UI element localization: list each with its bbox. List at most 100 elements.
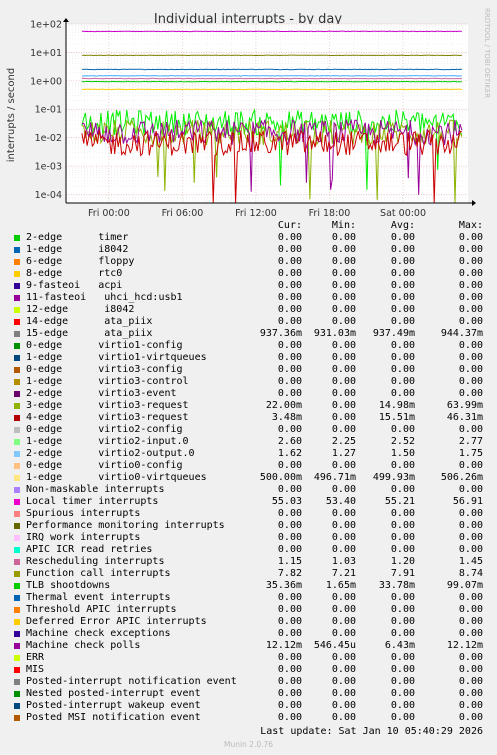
legend-row: Thermal event interrupts 0.00 0.00 0.00 0.00 <box>0 592 497 604</box>
legend-label: 11-fasteoi uhci_hcd:usb1 <box>26 292 183 303</box>
legend-label: Function call interrupts <box>26 568 171 579</box>
legend-min-value: 546.45u <box>313 640 356 651</box>
legend-swatch <box>14 619 20 625</box>
legend-avg-value: 0.00 <box>390 700 415 711</box>
legend-avg-value: 1.50 <box>390 448 415 459</box>
legend-min-value: 0.00 <box>331 484 356 495</box>
legend-avg-value: 0.00 <box>390 364 415 375</box>
legend-row: Function call interrupts 7.82 7.21 7.91 8.74 <box>0 568 497 580</box>
legend-min-value: 931.03m <box>313 328 356 339</box>
legend-min-value: 7.21 <box>331 568 356 579</box>
legend-avg-value: 0.00 <box>390 304 415 315</box>
legend-min-value: 0.00 <box>331 352 356 363</box>
legend-swatch <box>14 415 20 421</box>
legend-swatch <box>14 427 20 433</box>
legend-swatch <box>14 643 20 649</box>
legend-min-value: 0.00 <box>331 292 356 303</box>
legend-avg-value: 0.00 <box>390 376 415 387</box>
legend-label: 2-edge virtio3-event <box>26 388 177 399</box>
legend-label: Spurious interrupts <box>26 508 141 519</box>
legend-avg-value: 0.00 <box>390 340 415 351</box>
legend-cur-value: 7.82 <box>277 568 302 579</box>
legend-swatch <box>14 247 20 253</box>
legend-max-value: 0.00 <box>458 376 483 387</box>
legend-row: Machine check polls 12.12m 546.45u 6.43m 12.… <box>0 640 497 652</box>
legend-min-value: 0.00 <box>331 532 356 543</box>
legend-avg-value: 0.00 <box>390 520 415 531</box>
legend-row: 0-edge virtio2-config 0.00 0.00 0.00 0.00 <box>0 424 497 436</box>
legend-min-value: 496.71m <box>313 472 356 483</box>
legend-row: APIC ICR read retries 0.00 0.00 0.00 0.00 <box>0 544 497 556</box>
legend-min-value: 0.00 <box>331 268 356 279</box>
legend-avg-value: 0.00 <box>390 628 415 639</box>
last-update: Last update: Sat Jan 10 05:40:29 2026 <box>260 726 483 737</box>
legend-label: 1-edge virtio0-virtqueues <box>26 472 207 483</box>
legend-row: 3-edge virtio3-request 22.00m 0.00 14.98m 63… <box>0 400 497 412</box>
legend-min-value: 0.00 <box>331 388 356 399</box>
legend-avg-value: 33.78m <box>378 580 415 591</box>
legend-row: Posted MSI notification event 0.00 0.00 0.0… <box>0 712 497 724</box>
legend-cur-value: 12.12m <box>265 640 302 651</box>
legend-max-value: 0.00 <box>458 712 483 723</box>
legend-swatch <box>14 559 20 565</box>
legend-cur-value: 0.00 <box>277 352 302 363</box>
legend-avg-value: 0.00 <box>390 712 415 723</box>
legend-cur-value: 35.36m <box>265 580 302 591</box>
legend-min-value: 0.00 <box>331 616 356 627</box>
legend-row: 2-edge virtio2-output.0 1.62 1.27 1.50 1.75 <box>0 448 497 460</box>
legend-cur-value: 0.00 <box>277 304 302 315</box>
legend-cur-value: 0.00 <box>277 292 302 303</box>
y-tick-label: 1e-02 <box>35 133 62 144</box>
legend-avg-value: 6.43m <box>384 640 415 651</box>
legend-label: 1-edge virtio3-control <box>26 376 189 387</box>
legend-avg-value: 0.00 <box>390 592 415 603</box>
legend-row: Performance monitoring interrupts 0.00 0.0… <box>0 520 497 532</box>
legend-label: 1-edge virtio2-input.0 <box>26 436 189 447</box>
legend-swatch <box>14 367 20 373</box>
legend-row: 11-fasteoi uhci_hcd:usb1 0.00 0.00 0.00 0.00 <box>0 292 497 304</box>
x-tick-label: Fri 00:00 <box>88 208 130 219</box>
y-tick-label: 1e-04 <box>35 190 62 201</box>
y-tick-label: 1e+00 <box>30 76 62 87</box>
y-tick-label: 1e-03 <box>35 162 62 173</box>
legend-row: Machine check exceptions 0.00 0.00 0.00 0.00 <box>0 628 497 640</box>
side-label: RRDTOOL / TOBI OETIKER <box>483 8 491 98</box>
legend-label: Rescheduling interrupts <box>26 556 165 567</box>
header-max: Max: <box>458 220 483 231</box>
legend-swatch <box>14 499 20 505</box>
legend-avg-value: 0.00 <box>390 460 415 471</box>
legend-cur-value: 0.00 <box>277 256 302 267</box>
legend-min-value: 53.40 <box>325 496 356 507</box>
legend-cur-value: 0.00 <box>277 376 302 387</box>
legend-avg-value: 1.20 <box>390 556 415 567</box>
legend-min-value: 0.00 <box>331 424 356 435</box>
legend-min-value: 0.00 <box>331 544 356 555</box>
legend-label: 0-edge virtio2-config <box>26 424 183 435</box>
legend-row: 15-edge ata_piix 937.36m 931.03m 937.49m 944… <box>0 328 497 340</box>
legend-label: 1-edge virtio1-virtqueues <box>26 352 207 363</box>
legend-min-value: 0.00 <box>331 508 356 519</box>
legend-min-value: 1.03 <box>331 556 356 567</box>
legend-min-value: 0.00 <box>331 628 356 639</box>
legend-swatch <box>14 487 20 493</box>
legend: Cur: Min: Avg: Max: 2-edge timer 0.00 0.00… <box>0 220 497 724</box>
legend-row: Nested posted-interrupt event 0.00 0.00 0.0… <box>0 688 497 700</box>
legend-swatch <box>14 631 20 637</box>
legend-row: Rescheduling interrupts 1.15 1.03 1.20 1.45 <box>0 556 497 568</box>
legend-row: 0-edge virtio0-config 0.00 0.00 0.00 0.00 <box>0 460 497 472</box>
legend-max-value: 0.00 <box>458 700 483 711</box>
legend-cur-value: 0.00 <box>277 268 302 279</box>
legend-max-value: 0.00 <box>458 244 483 255</box>
legend-row: 1-edge virtio0-virtqueues 500.00m 496.71m 4… <box>0 472 497 484</box>
legend-max-value: 0.00 <box>458 676 483 687</box>
legend-max-value: 0.00 <box>458 604 483 615</box>
legend-max-value: 0.00 <box>458 316 483 327</box>
legend-swatch <box>14 355 20 361</box>
legend-swatch <box>14 595 20 601</box>
legend-max-value: 1.45 <box>458 556 483 567</box>
legend-min-value: 0.00 <box>331 280 356 291</box>
legend-min-value: 0.00 <box>331 700 356 711</box>
legend-cur-value: 0.00 <box>277 520 302 531</box>
legend-swatch <box>14 259 20 265</box>
legend-avg-value: 0.00 <box>390 688 415 699</box>
